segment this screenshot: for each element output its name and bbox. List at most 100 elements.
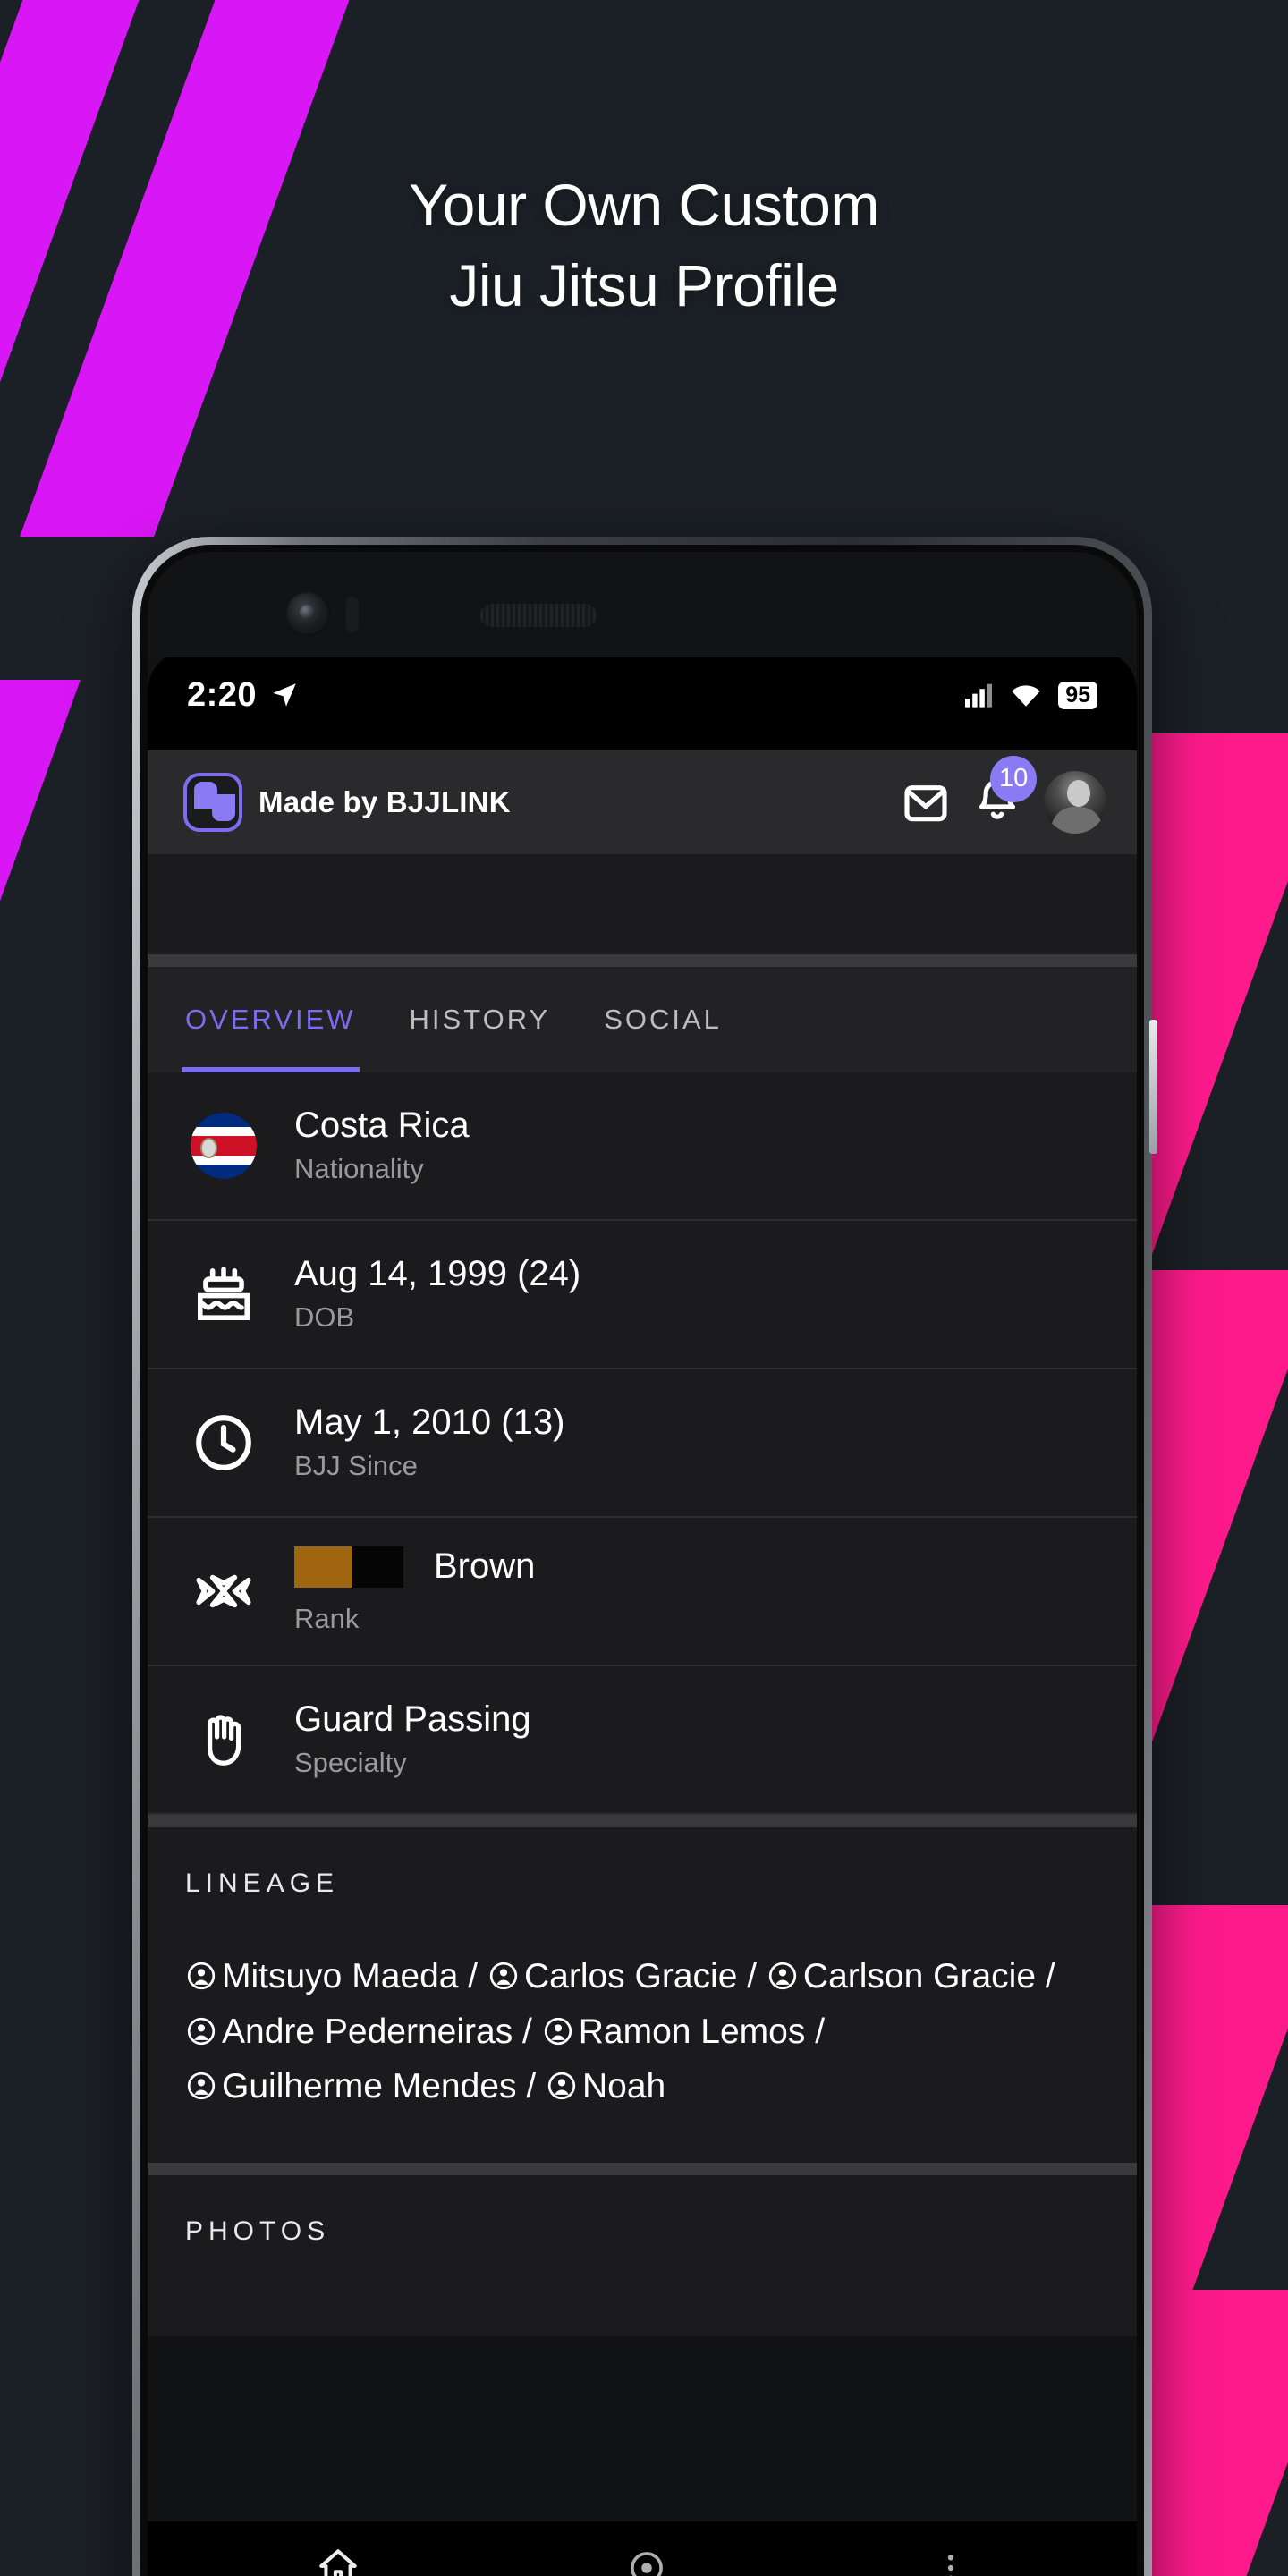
lineage-person[interactable]: Andre Pederneiras xyxy=(185,2012,513,2051)
headline-line-2: Jiu Jitsu Profile xyxy=(449,252,839,318)
front-camera-icon xyxy=(285,591,330,636)
notification-badge: 10 xyxy=(990,755,1038,802)
row-icon xyxy=(185,1113,262,1179)
person-circle-icon xyxy=(187,1962,216,1990)
lineage-person[interactable]: Guilherme Mendes xyxy=(185,2067,516,2106)
photos-title: PHOTOS xyxy=(185,2216,331,2246)
row-icon xyxy=(185,1410,262,1476)
section-divider xyxy=(148,954,1137,967)
phone-screen: 2:20 95 Made by BJJLINK 10 OVERVIEW HIST… xyxy=(148,552,1137,2576)
person-circle-icon xyxy=(768,1962,797,1990)
row-value: Brown xyxy=(434,1546,536,1587)
row-text: Costa Rica Nationality xyxy=(294,1104,470,1187)
row-value: Aug 14, 1999 (24) xyxy=(294,1254,581,1294)
lineage-separator: / xyxy=(815,2012,826,2051)
phone-bezel xyxy=(148,552,1137,657)
app-bar-actions: 10 xyxy=(901,755,1106,834)
status-time: 2:20 xyxy=(187,675,258,714)
status-bar-right: 95 xyxy=(963,681,1097,709)
avatar-head xyxy=(1067,780,1090,807)
row-text: Aug 14, 1999 (24) DOB xyxy=(294,1252,580,1335)
clock-icon xyxy=(196,1415,251,1470)
person-circle-icon xyxy=(187,2017,216,2045)
lineage-person[interactable]: Ramon Lemos xyxy=(542,2012,805,2051)
row-value: May 1, 2010 (13) xyxy=(294,1402,565,1443)
tab-overview[interactable]: OVERVIEW xyxy=(182,967,360,1072)
section-divider xyxy=(148,1815,1137,1827)
phone-inner-frame: 2:20 95 Made by BJJLINK 10 OVERVIEW HIST… xyxy=(140,545,1144,2576)
row-text: Brown Rank xyxy=(294,1545,535,1637)
home-icon[interactable] xyxy=(316,2546,360,2576)
promo-headline: Your Own Custom Jiu Jitsu Profile xyxy=(0,175,1288,315)
row-icon xyxy=(185,1558,262,1624)
wifi-icon xyxy=(1012,685,1040,707)
status-bar: 2:20 95 xyxy=(148,650,1137,750)
row-icon xyxy=(185,1261,262,1327)
lineage-person[interactable]: Mitsuyo Maeda xyxy=(185,1957,458,1996)
row-label: Specialty xyxy=(294,1747,407,1779)
tab-history[interactable]: HISTORY xyxy=(410,967,551,1072)
row-label: Rank xyxy=(294,1603,360,1635)
proximity-sensor-icon xyxy=(346,597,359,632)
row-value: Costa Rica xyxy=(294,1106,470,1146)
table-row[interactable]: Guard Passing Specialty xyxy=(148,1666,1137,1815)
person-circle-icon xyxy=(547,2072,576,2100)
envelope-icon[interactable] xyxy=(901,777,951,827)
person-circle-icon xyxy=(489,1962,518,1990)
avatar[interactable] xyxy=(1044,771,1106,834)
brand-title: Made by BJJLINK xyxy=(258,785,511,818)
target-circle-icon[interactable] xyxy=(626,2547,667,2576)
lineage-person[interactable]: Carlson Gracie xyxy=(767,1957,1036,1996)
android-nav-bar xyxy=(148,2521,1137,2576)
lineage-separator: / xyxy=(1045,1957,1055,1996)
row-value: Guard Passing xyxy=(294,1699,531,1740)
overview-rows: Costa Rica Nationality Aug 14, 1999 (24)… xyxy=(148,1072,1137,1815)
status-bar-left: 2:20 xyxy=(187,676,300,715)
overflow-dots-icon[interactable] xyxy=(933,2547,969,2576)
earpiece-speaker-icon xyxy=(480,604,597,627)
location-arrow-icon xyxy=(273,683,296,707)
profile-tabs: OVERVIEW HISTORY SOCIAL xyxy=(148,967,1137,1072)
birthday-cake-icon xyxy=(198,1267,250,1320)
battery-indicator: 95 xyxy=(1058,681,1097,709)
costa-rica-flag-icon xyxy=(191,1113,257,1179)
row-text: Guard Passing Specialty xyxy=(294,1698,531,1781)
phone-mockup: 2:20 95 Made by BJJLINK 10 OVERVIEW HIST… xyxy=(132,537,1157,2576)
person-circle-icon xyxy=(544,2017,572,2045)
lineage-section: LINEAGE Mitsuyo Maeda / Carlos Gracie / … xyxy=(148,1827,1137,2163)
lineage-separator: / xyxy=(468,1957,479,1996)
cell-signal-icon xyxy=(965,683,993,708)
row-text: May 1, 2010 (13) BJJ Since xyxy=(294,1401,564,1484)
row-label: BJJ Since xyxy=(294,1450,418,1482)
belt-color-swatch xyxy=(294,1546,403,1588)
lineage-separator: / xyxy=(522,2012,532,2051)
row-label: Nationality xyxy=(294,1153,424,1185)
row-label: DOB xyxy=(294,1301,355,1334)
lineage-separator: / xyxy=(747,1957,758,1996)
lineage-person[interactable]: Noah xyxy=(546,2067,665,2106)
table-row[interactable]: May 1, 2010 (13) BJJ Since xyxy=(148,1369,1137,1518)
lineage-separator: / xyxy=(526,2067,537,2106)
table-row[interactable]: Brown Rank xyxy=(148,1518,1137,1666)
profile-banner-strip xyxy=(148,854,1137,954)
tab-social[interactable]: SOCIAL xyxy=(604,967,722,1072)
avatar-body xyxy=(1051,807,1103,834)
belt-knot-icon xyxy=(196,1574,251,1608)
section-divider xyxy=(148,2162,1137,2175)
lineage-title: LINEAGE xyxy=(185,1868,340,1898)
row-icon xyxy=(185,1707,262,1773)
headline-line-1: Your Own Custom xyxy=(409,172,879,238)
table-row[interactable]: Aug 14, 1999 (24) DOB xyxy=(148,1221,1137,1369)
bjjlink-logo-icon[interactable] xyxy=(183,773,242,832)
lineage-list: Mitsuyo Maeda / Carlos Gracie / Carlson … xyxy=(185,1949,1099,2114)
rank-value-group: Brown xyxy=(294,1545,535,1589)
table-row[interactable]: Costa Rica Nationality xyxy=(148,1072,1137,1221)
background-stripe xyxy=(0,680,80,1306)
open-hand-icon xyxy=(207,1715,242,1766)
app-bar: Made by BJJLINK 10 xyxy=(148,750,1137,854)
lineage-person[interactable]: Carlos Gracie xyxy=(487,1957,737,1996)
photos-section: PHOTOS xyxy=(148,2174,1137,2336)
volume-button[interactable] xyxy=(1149,1020,1157,1154)
notifications-bell[interactable]: 10 xyxy=(972,755,1038,830)
person-circle-icon xyxy=(187,2072,216,2100)
